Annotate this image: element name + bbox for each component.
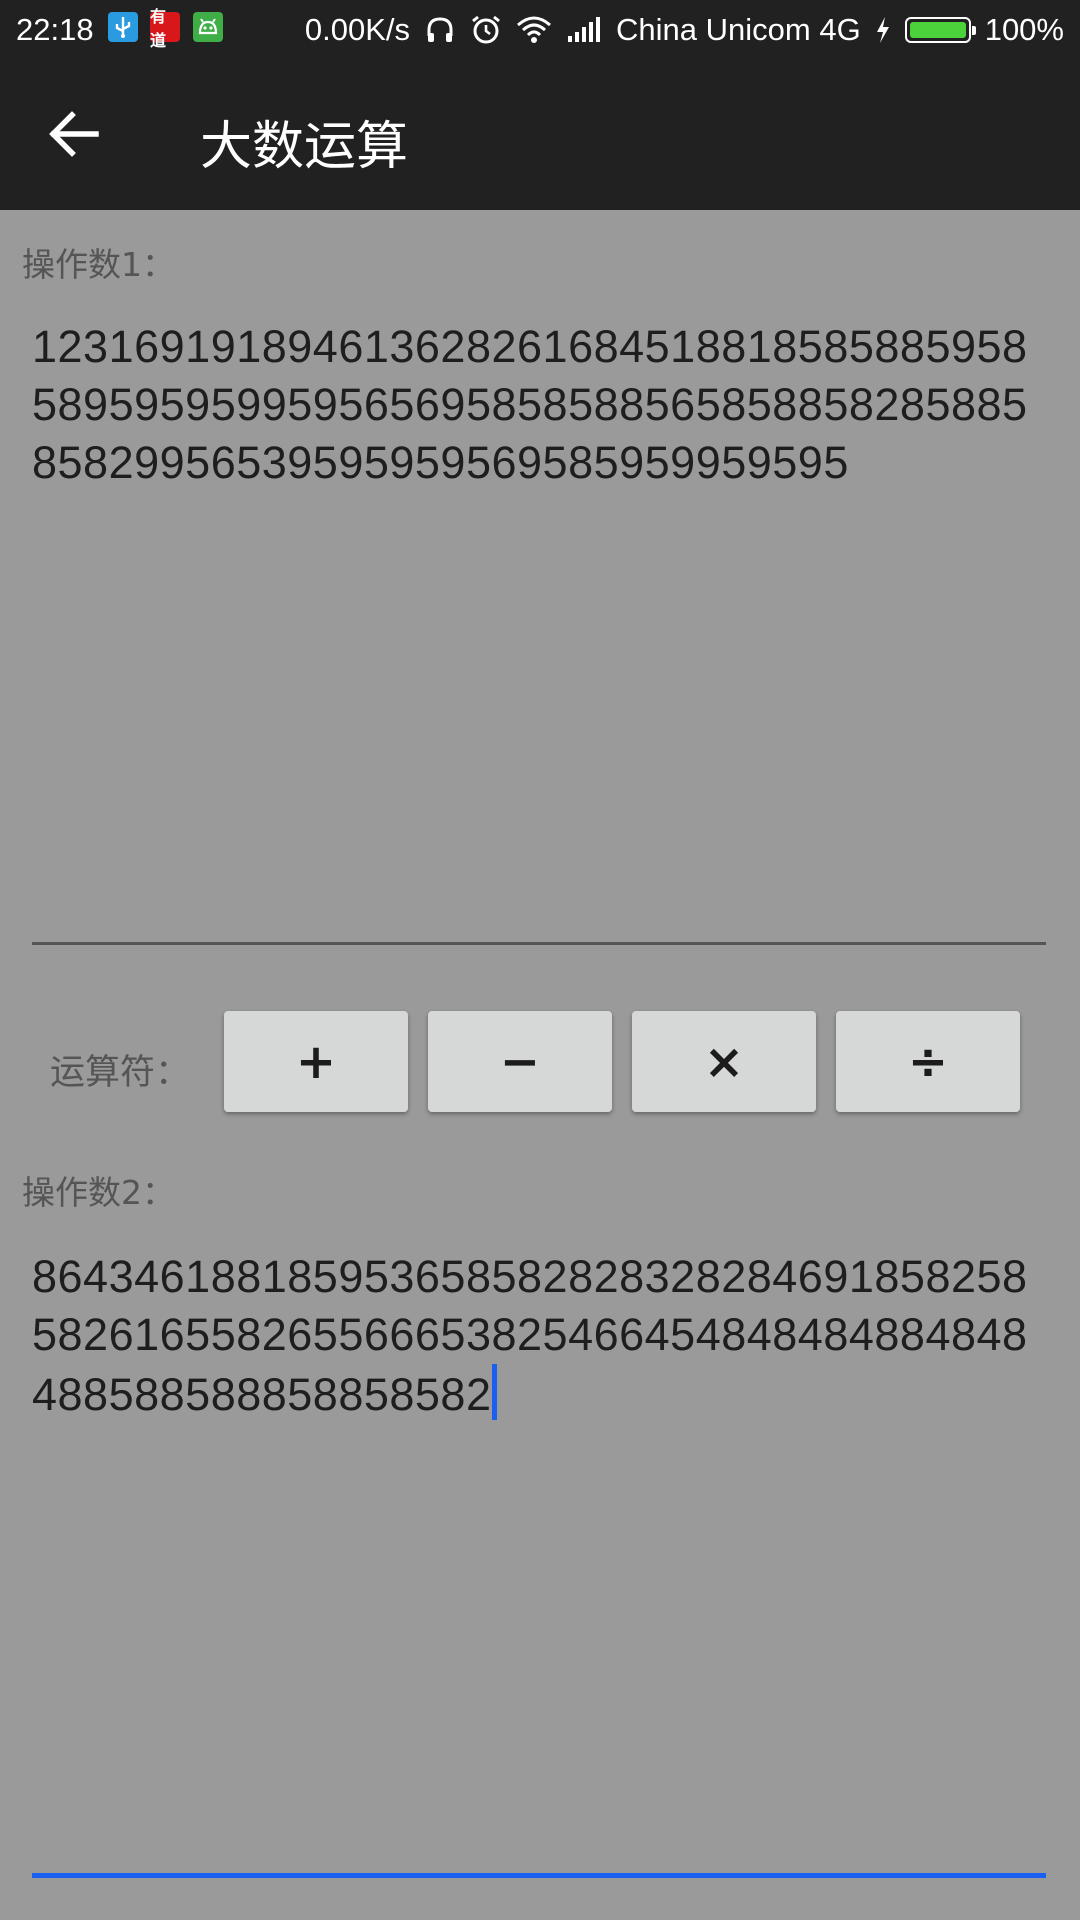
battery-percent: 100% — [984, 12, 1064, 47]
operand2-underline — [32, 1873, 1046, 1878]
operand1-input[interactable]: 1231691918946136282616845188185858859585… — [32, 318, 1050, 492]
app-bar: 大数运算 — [0, 58, 1080, 210]
subtract-button[interactable]: − — [428, 1011, 612, 1112]
battery-icon — [904, 17, 976, 43]
operand1-label: 操作数1： — [22, 245, 175, 284]
usb-icon — [108, 12, 138, 42]
operand1-underline — [32, 942, 1046, 945]
signal-icon — [568, 17, 601, 42]
battery-fill — [909, 22, 966, 38]
alarm-icon — [472, 15, 500, 44]
divide-button[interactable]: ÷ — [836, 1011, 1020, 1112]
charging-icon — [876, 17, 889, 43]
back-button[interactable] — [44, 104, 104, 164]
status-time: 22:18 — [16, 12, 94, 47]
status-bar: 22:18 有道 0.00K/s China Unicom 4G 100% — [0, 0, 1080, 58]
text-cursor — [492, 1364, 498, 1420]
status-right: 0.00K/s China Unicom 4G 100% — [305, 12, 1064, 48]
operand2-label: 操作数2： — [22, 1173, 175, 1212]
multiply-button[interactable]: × — [632, 1011, 816, 1112]
wifi-icon — [517, 16, 552, 43]
back-arrow-icon — [49, 111, 99, 157]
operand2-value: 8643461881859536585828283282846918582585… — [32, 1251, 1028, 1420]
page-title: 大数运算 — [200, 117, 409, 177]
network-speed: 0.00K/s — [304, 12, 411, 47]
carrier: China Unicom 4G — [616, 12, 861, 47]
youdao-icon-text: 有道 — [150, 9, 167, 50]
youdao-icon: 有道 — [150, 9, 180, 50]
add-button[interactable]: + — [224, 1011, 408, 1112]
operator-label: 运算符： — [50, 1053, 191, 1093]
headphones-icon — [427, 17, 453, 42]
operand2-input[interactable]: 8643461881859536585828283282846918582585… — [32, 1248, 1050, 1424]
operand1-value: 1231691918946136282616845188185858859585… — [32, 321, 1028, 488]
android-icon — [193, 12, 223, 42]
